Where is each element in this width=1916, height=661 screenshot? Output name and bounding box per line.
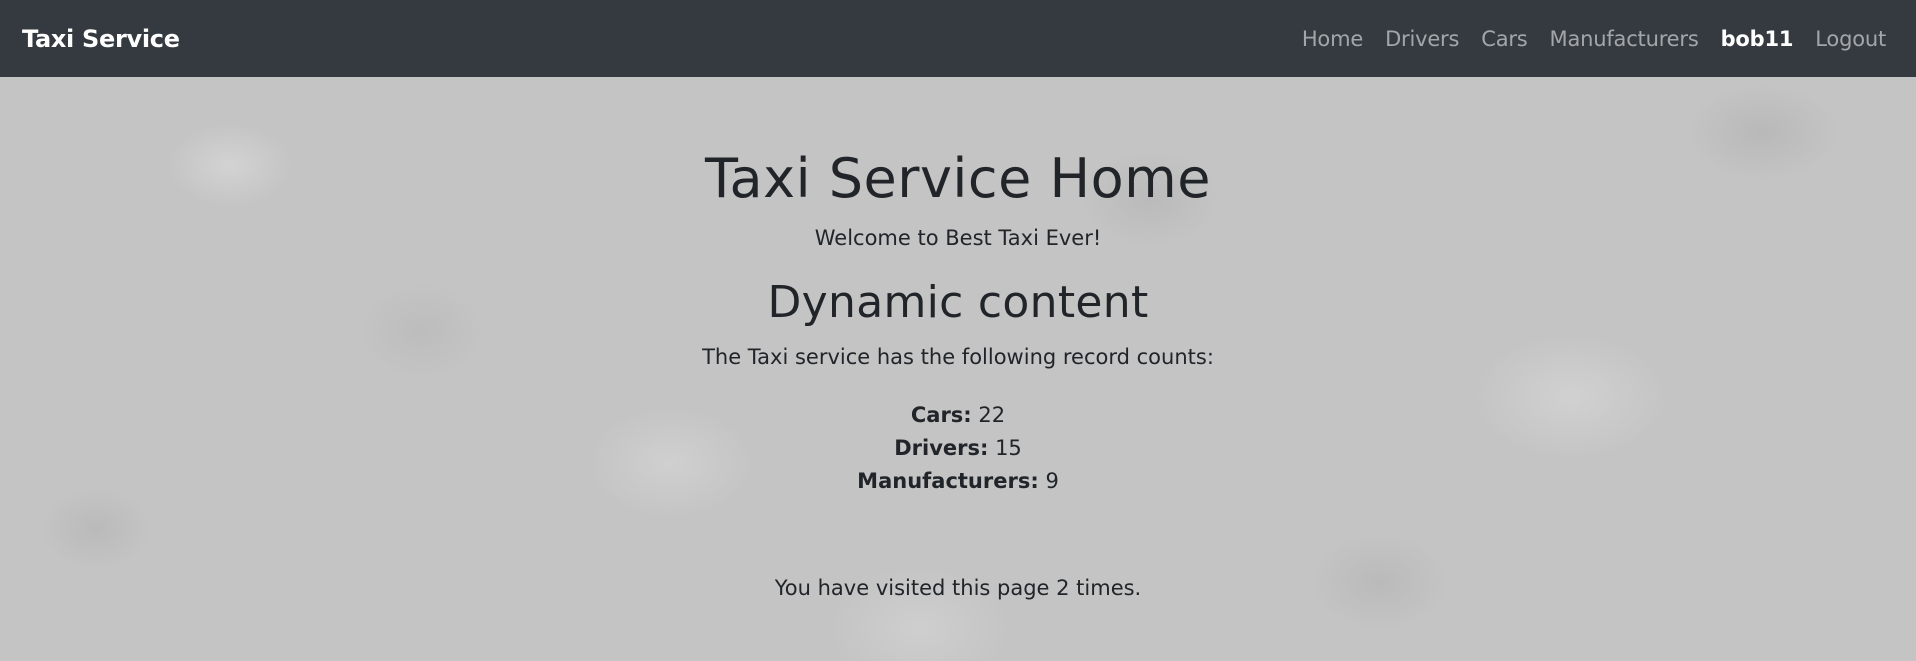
nav-link-logout[interactable]: Logout — [1804, 27, 1894, 51]
record-counts-intro: The Taxi service has the following recor… — [702, 345, 1214, 369]
nav-link-user[interactable]: bob11 — [1710, 27, 1805, 51]
record-counts: Cars: 22 Drivers: 15 Manufacturers: 9 — [0, 399, 1916, 498]
nav-link-cars[interactable]: Cars — [1470, 27, 1538, 51]
page-title: Taxi Service Home — [705, 147, 1211, 210]
section-title: Dynamic content — [767, 277, 1149, 328]
nav-link-home[interactable]: Home — [1291, 27, 1374, 51]
count-label: Manufacturers: — [857, 469, 1039, 493]
nav-link-manufacturers[interactable]: Manufacturers — [1539, 27, 1710, 51]
top-navbar: Taxi Service Home Drivers Cars Manufactu… — [0, 0, 1916, 77]
count-row-cars: Cars: 22 — [0, 399, 1916, 432]
nav-link-drivers[interactable]: Drivers — [1374, 27, 1470, 51]
brand-link[interactable]: Taxi Service — [22, 25, 180, 53]
count-value: 22 — [978, 403, 1006, 427]
count-value: 15 — [995, 436, 1022, 460]
count-row-manufacturers: Manufacturers: 9 — [0, 465, 1916, 498]
visit-counter: You have visited this page 2 times. — [774, 576, 1142, 600]
nav-links: Home Drivers Cars Manufacturers bob11 Lo… — [1291, 27, 1894, 51]
welcome-text: Welcome to Best Taxi Ever! — [814, 226, 1102, 250]
count-value: 9 — [1045, 469, 1059, 493]
count-label: Cars: — [910, 403, 972, 427]
count-row-drivers: Drivers: 15 — [0, 432, 1916, 465]
count-label: Drivers: — [894, 436, 989, 460]
main-content: Taxi Service Home Welcome to Best Taxi E… — [0, 77, 1916, 661]
